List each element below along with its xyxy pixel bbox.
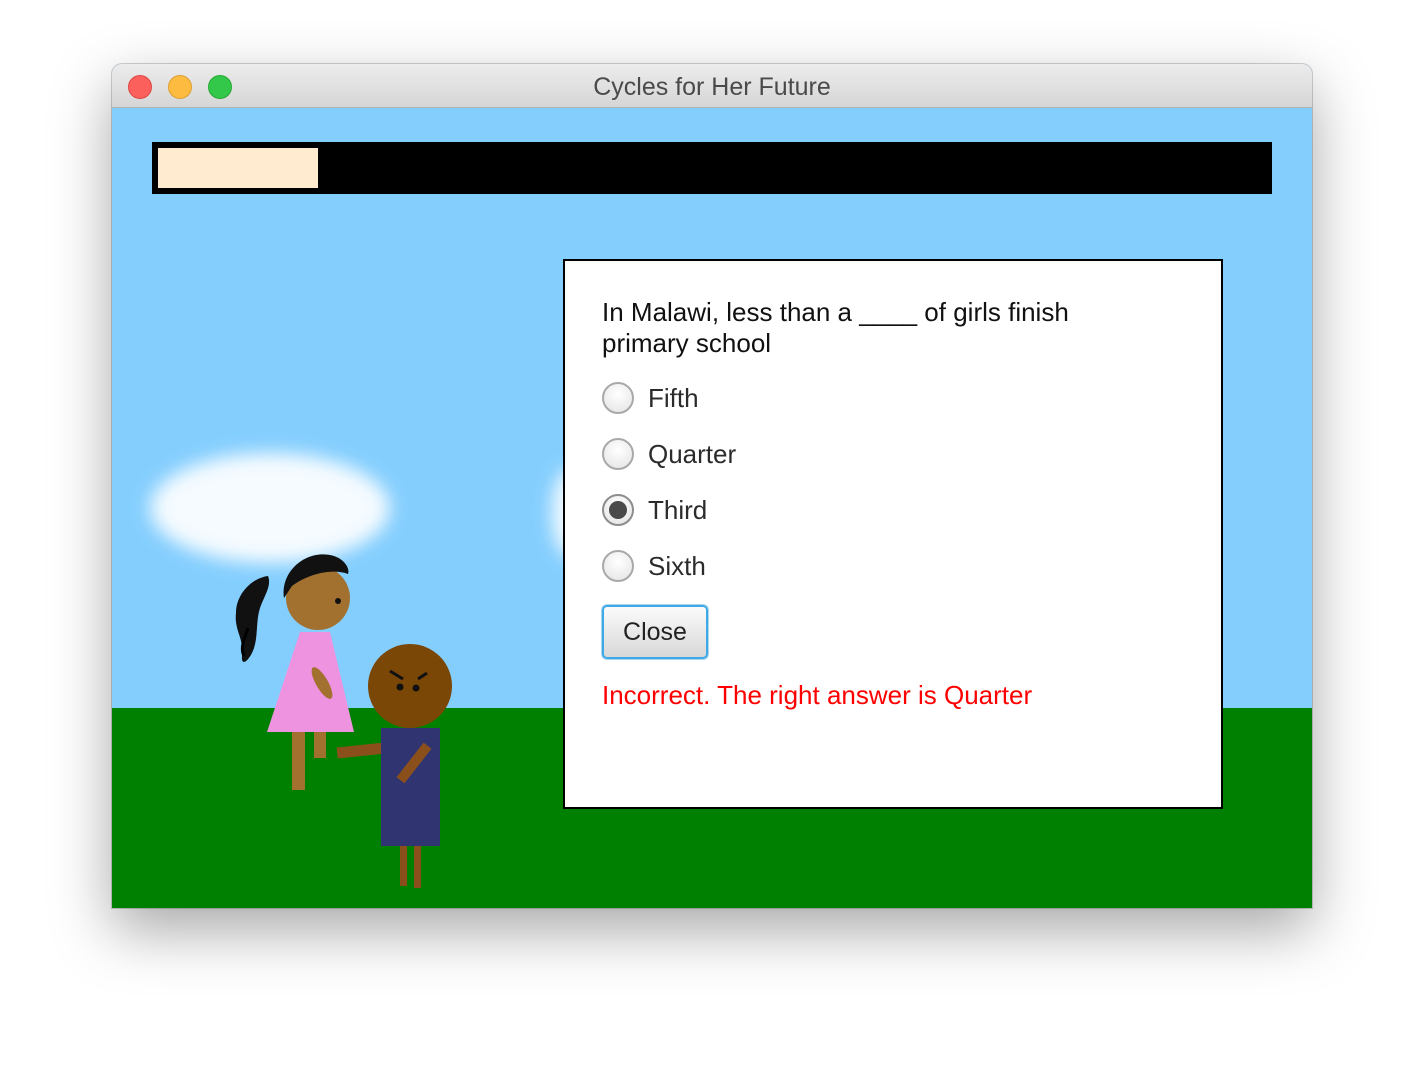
boy-shirt — [381, 728, 440, 846]
girl-leg-right — [314, 732, 326, 758]
girl-dress — [267, 632, 354, 732]
boy-leg-right — [414, 846, 421, 888]
title-bar[interactable]: Cycles for Her Future — [112, 64, 1312, 108]
boy-eye-left — [396, 683, 404, 691]
option-label: Quarter — [648, 438, 737, 469]
option-third[interactable]: Third — [602, 492, 707, 528]
radio-button[interactable] — [602, 438, 634, 470]
radio-button[interactable] — [602, 382, 634, 414]
boy-eye-right — [412, 684, 420, 692]
quiz-dialog: In Malawi, less than a ____ of girls fin… — [563, 259, 1223, 809]
radio-button-selected[interactable] — [602, 494, 634, 526]
option-sixth[interactable]: Sixth — [602, 548, 706, 584]
option-label: Third — [648, 494, 708, 525]
girl-eye — [335, 598, 341, 604]
quiz-question: In Malawi, less than a ____ of girls fin… — [602, 297, 1069, 358]
option-fifth[interactable]: Fifth — [602, 380, 699, 416]
app-window: Cycles for Her Future In Malawi, less th… — [112, 64, 1312, 908]
radio-button[interactable] — [602, 550, 634, 582]
girl-character — [235, 554, 354, 790]
boy-head — [368, 644, 452, 728]
boy-leg-left — [400, 846, 407, 886]
boy-arm-left — [336, 742, 386, 759]
window-title: Cycles for Her Future — [593, 73, 831, 101]
option-quarter[interactable]: Quarter — [602, 436, 736, 472]
close-button[interactable]: Close — [602, 605, 708, 659]
option-label: Sixth — [648, 550, 706, 581]
feedback-message: Incorrect. The right answer is Quarter — [602, 680, 1033, 710]
option-label: Fifth — [648, 382, 699, 413]
girl-leg-left — [292, 732, 305, 790]
radio-dot-icon — [609, 501, 627, 519]
boy-character — [336, 644, 452, 888]
game-scene: In Malawi, less than a ____ of girls fin… — [112, 108, 1312, 908]
girl-ponytail — [235, 576, 270, 662]
